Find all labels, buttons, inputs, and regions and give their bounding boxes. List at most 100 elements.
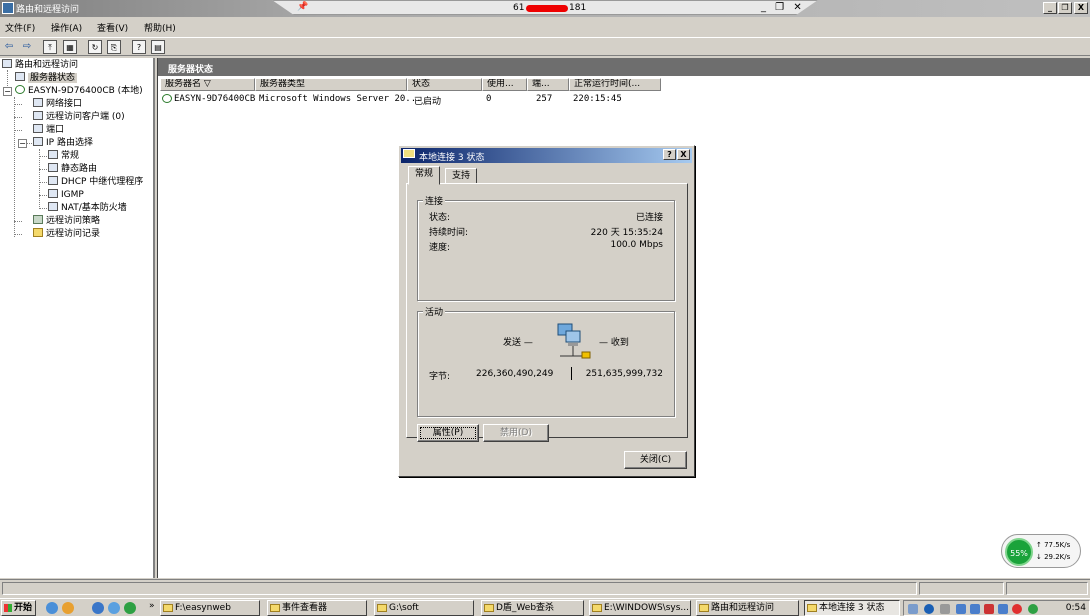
menu-help[interactable]: 帮助(H) (144, 21, 176, 34)
folder-icon (377, 604, 387, 612)
address-visible-end: 181 (569, 3, 587, 13)
tree-item-network-interfaces[interactable]: 网络接口 (33, 98, 82, 110)
tray-connection-3-icon[interactable] (984, 604, 994, 614)
bytes-label: 字节: (429, 372, 451, 382)
tree-label-dhcp-relay: DHCP 中继代理程序 (61, 177, 144, 187)
policy-icon (33, 215, 43, 224)
tree-item-server[interactable]: EASYN-9D76400CB (本地) (15, 85, 143, 97)
tree-item-general[interactable]: 常规 (48, 150, 79, 162)
tree-item-igmp[interactable]: IGMP (48, 189, 84, 201)
tray-connection-4-icon[interactable] (998, 604, 1008, 614)
speed-label: 速度: (429, 243, 451, 253)
tray-info-icon[interactable] (940, 604, 950, 614)
task-soft[interactable]: G:\soft (374, 600, 474, 616)
tab-general[interactable]: 常规 (408, 166, 441, 185)
tree-label-remote-clients: 远程访问客户端 (0) (46, 112, 125, 122)
tray-update-icon[interactable] (1028, 604, 1038, 614)
tree-label-access-policy: 远程访问策略 (46, 216, 101, 226)
tray-connection-2-icon[interactable] (970, 604, 980, 614)
close-button[interactable]: 关闭(C) (624, 451, 687, 469)
network-interfaces-icon (33, 98, 43, 107)
minimize-button[interactable]: _ (1043, 2, 1057, 14)
static-routes-icon (48, 163, 58, 172)
col-server-name[interactable]: 服务器名 ▽ (160, 78, 255, 91)
properties-button[interactable]: 属性(P) (417, 424, 479, 442)
network-connection-icon (403, 149, 415, 158)
up-folder-icon[interactable]: ⤒ (43, 40, 57, 54)
restore-button[interactable]: ❐ (1058, 2, 1072, 14)
tray-network-icon[interactable] (908, 604, 918, 614)
pin-icon[interactable]: 📌 (297, 2, 308, 12)
row-usage: 0 (486, 94, 492, 104)
received-label: — 收到 (599, 338, 629, 348)
col-status[interactable]: 状态 (407, 78, 482, 91)
tree-label-ip-routing: IP 路由选择 (46, 138, 93, 148)
ie-icon[interactable] (92, 602, 104, 614)
task-windows-sys[interactable]: E:\WINDOWS\sys... (589, 600, 691, 616)
task-easynweb[interactable]: F:\easynweb (160, 600, 260, 616)
refresh-icon[interactable]: ↻ (88, 40, 102, 54)
menu-view[interactable]: 查看(V) (97, 21, 128, 34)
messenger-2-icon[interactable] (62, 602, 74, 614)
tree-item-nat-firewall[interactable]: NAT/基本防火墙 (48, 202, 127, 214)
tree-item-remote-clients[interactable]: 远程访问客户端 (0) (33, 111, 125, 123)
start-button[interactable]: 开始 (1, 600, 36, 616)
remote-bar-buttons[interactable]: _ ❐ ✕ (761, 2, 805, 13)
network-speed-widget[interactable]: 55% ↑ 77.5K/s ↓ 29.2K/s (1001, 534, 1081, 568)
tree-label-server: EASYN-9D76400CB (本地) (28, 86, 143, 96)
forward-arrow-icon[interactable]: ⇨ (20, 40, 34, 54)
back-arrow-icon[interactable]: ⇦ (2, 40, 16, 54)
task-routing[interactable]: 路由和远程访问 (696, 600, 799, 616)
remote-connection-bar[interactable]: 📌 61 181 _ ❐ ✕ (272, 0, 818, 15)
task-label: 本地连接 3 状态 (819, 603, 885, 613)
messenger-icon[interactable] (46, 602, 58, 614)
tree-item-ip-routing[interactable]: IP 路由选择 (33, 137, 93, 149)
close-window-button[interactable]: X (1074, 2, 1088, 14)
more-quicklaunch[interactable]: » (149, 601, 155, 611)
col-server-type[interactable]: 服务器类型 (255, 78, 407, 91)
task-label: F:\easynweb (175, 603, 231, 613)
window-title-bar[interactable]: 路由和远程访问 📌 61 181 _ ❐ ✕ _ ❐ X (0, 0, 1090, 17)
collapse-ip-routing-toggle[interactable]: − (18, 139, 27, 148)
address-visible-start: 61 (513, 3, 525, 13)
collapse-server-toggle[interactable]: − (3, 87, 12, 96)
tray-antivirus-icon[interactable] (1012, 604, 1022, 614)
disable-button[interactable]: 禁用(D) (483, 424, 549, 442)
dialog-title-bar[interactable]: 本地连接 3 状态 (401, 148, 692, 163)
show-desktop-icon[interactable] (108, 602, 120, 614)
show-tree-icon[interactable]: ▦ (63, 40, 77, 54)
row-server-name[interactable]: EASYN-9D76400CB (174, 94, 255, 104)
properties-icon[interactable]: ▤ (151, 40, 165, 54)
tree-item-access-policy[interactable]: 远程访问策略 (33, 215, 100, 227)
refresh-quicklaunch-icon[interactable] (124, 602, 136, 614)
row-status: 已启动 (414, 97, 442, 107)
dialog-title: 本地连接 3 状态 (419, 153, 485, 163)
tree-item-ports[interactable]: 端口 (33, 124, 64, 136)
window-title: 路由和远程访问 (16, 5, 80, 15)
help-icon[interactable]: ? (132, 40, 146, 54)
dialog-help-button[interactable]: ? (663, 149, 676, 160)
details-header: 服务器状态 (158, 58, 1090, 76)
tray-help-icon[interactable] (924, 604, 934, 614)
tray-connection-1-icon[interactable] (956, 604, 966, 614)
tree-item-dhcp-relay[interactable]: DHCP 中继代理程序 (48, 176, 143, 188)
connection-status-dialog: 本地连接 3 状态 ? X 常规 支持 连接 状态: 已连接 持续时间: 220… (398, 145, 695, 477)
tree-root[interactable]: 路由和远程访问 (2, 59, 78, 71)
col-uptime[interactable]: 正常运行时间(... (569, 78, 661, 91)
menu-file[interactable]: 文件(F) (5, 21, 35, 34)
tree-item-server-status[interactable]: 服务器状态 (15, 72, 78, 84)
export-icon[interactable]: ⎘ (107, 40, 121, 54)
task-dshield[interactable]: D盾_Web查杀 (481, 600, 584, 616)
dialog-close-x-button[interactable]: X (677, 149, 690, 160)
col-usage[interactable]: 使用... (482, 78, 527, 91)
tree-item-access-log[interactable]: 远程访问记录 (33, 228, 100, 240)
menu-action[interactable]: 操作(A) (51, 21, 82, 34)
task-event-viewer[interactable]: 事件查看器 (267, 600, 367, 616)
clock[interactable]: 0:54 (1066, 603, 1086, 613)
event-viewer-icon (270, 604, 280, 612)
col-ports[interactable]: 端... (527, 78, 569, 91)
tab-support[interactable]: 支持 (445, 168, 478, 184)
tree-item-static-routes[interactable]: 静态路由 (48, 163, 97, 175)
status-segment-2 (919, 582, 1004, 595)
task-connection-status[interactable]: 本地连接 3 状态 (804, 600, 900, 616)
